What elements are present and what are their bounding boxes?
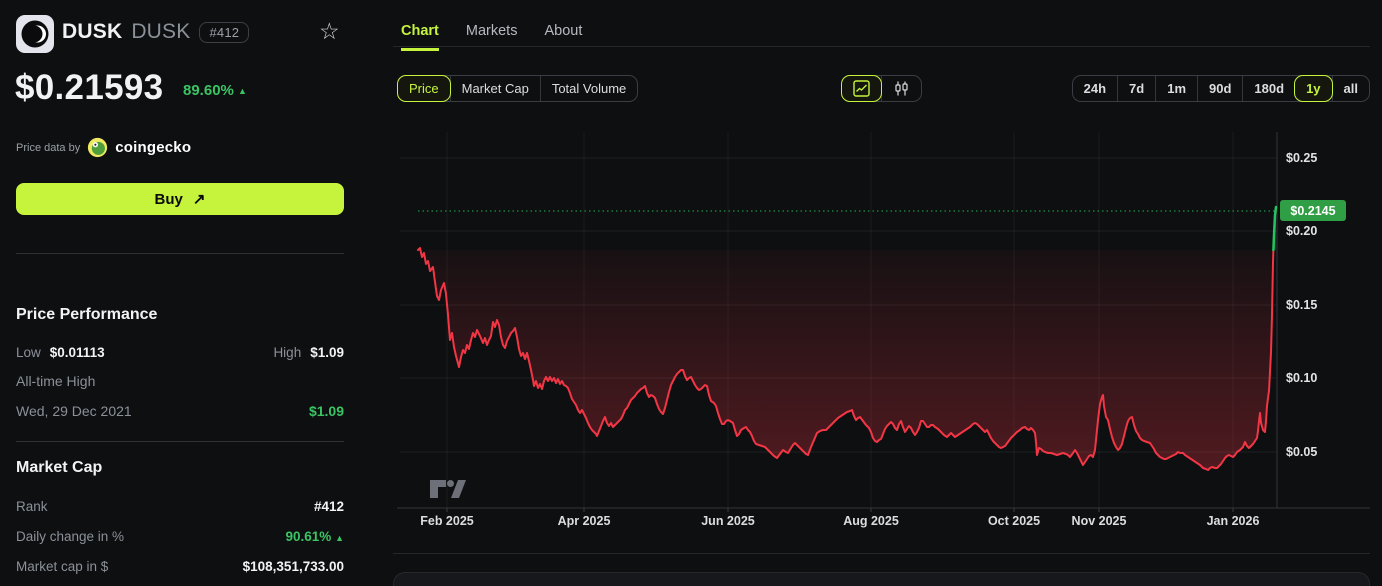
rank-row: Rank #412: [16, 499, 344, 514]
dusk-coin-logo: [16, 15, 54, 53]
market-cap-title: Market Cap: [16, 459, 103, 476]
low-value: $0.01113: [49, 345, 105, 360]
up-triangle-icon: ▲: [238, 86, 247, 96]
watchlist-star-icon[interactable]: ☆: [319, 18, 340, 45]
metric-toggle-group: Price Market Cap Total Volume: [397, 75, 639, 102]
up-triangle-icon: ▲: [335, 533, 344, 543]
candles-icon: [895, 81, 908, 96]
next-section-panel: [393, 572, 1370, 586]
line-chart-icon: [853, 80, 870, 97]
daily-change-number: 90.61%: [285, 529, 332, 544]
ath-date: Wed, 29 Dec 2021: [16, 403, 132, 419]
x-axis-label: Aug 2025: [843, 514, 899, 528]
daily-change-label: Daily change in %: [16, 529, 125, 544]
range-90d-button[interactable]: 90d: [1197, 76, 1242, 101]
dusk-coin-page: DUSK DUSK #412 ☆ $0.21593 89.60% ▲ Price…: [0, 0, 1382, 586]
buy-label: Buy: [154, 190, 183, 208]
range-1m-button[interactable]: 1m: [1155, 76, 1197, 101]
daily-change-row: Daily change in % 90.61% ▲: [16, 529, 344, 544]
x-axis-label: Oct 2025: [988, 514, 1040, 528]
range-all-button[interactable]: all: [1331, 76, 1369, 101]
price-chart-svg: $0.25 $0.20 $0.15 $0.10 $0.05 Feb 2025 Apr 202…: [397, 132, 1370, 528]
x-axis-label: Nov 2025: [1072, 514, 1127, 528]
attribution: Price data by coingecko: [16, 137, 191, 158]
market-cap-row: Market cap in $ $108,351,733.00: [16, 559, 344, 574]
y-axis-label: $0.25: [1286, 151, 1317, 165]
sidebar: DUSK DUSK #412 ☆ $0.21593 89.60% ▲ Price…: [0, 0, 393, 586]
range-toggle-group: 24h 7d 1m 90d 180d 1y all: [1071, 75, 1370, 102]
range-1y-button[interactable]: 1y: [1294, 75, 1333, 102]
ath-label: All-time High: [16, 373, 96, 389]
rank-value: #412: [313, 499, 344, 514]
market-cap-value: $108,351,733.00: [242, 559, 344, 574]
coin-name: DUSK: [62, 20, 123, 43]
range-180d-button[interactable]: 180d: [1242, 76, 1295, 101]
y-axis-label: $0.20: [1286, 224, 1317, 238]
coingecko-icon: [88, 137, 108, 158]
x-axis-label: Feb 2025: [420, 514, 474, 528]
coin-ticker: DUSK: [131, 20, 191, 43]
y-axis-label: $0.10: [1286, 371, 1317, 385]
low-high-row: Low $0.01113 High $1.09: [16, 345, 344, 360]
x-axis-label: Jun 2025: [701, 514, 755, 528]
metric-price-button[interactable]: Price: [397, 75, 451, 102]
chart-type-toggle-group: [841, 75, 922, 102]
rank-label: Rank: [16, 499, 48, 514]
x-axis-label: Jan 2026: [1207, 514, 1260, 528]
metric-total-volume-button[interactable]: Total Volume: [539, 76, 637, 101]
x-axis-label: Apr 2025: [558, 514, 611, 528]
current-price-badge-label: $0.2145: [1290, 204, 1335, 218]
ath-row: Wed, 29 Dec 2021 $1.09: [16, 403, 344, 419]
chart-bottom-divider: [393, 553, 1370, 554]
buy-button[interactable]: Buy ↗: [16, 183, 344, 215]
rank-badge: #412: [199, 21, 250, 43]
tabs-divider: [393, 46, 1370, 47]
price-change-value: 89.60%: [183, 82, 234, 99]
price-change: 89.60% ▲: [183, 82, 247, 99]
range-24h-button[interactable]: 24h: [1073, 76, 1117, 101]
candles-chart-type-button[interactable]: [881, 76, 921, 101]
price-area-down: [418, 248, 1274, 470]
y-axis-label: $0.15: [1286, 298, 1317, 312]
range-7d-button[interactable]: 7d: [1117, 76, 1155, 101]
attribution-prefix: Price data by: [16, 141, 81, 154]
coingecko-wordmark: coingecko: [115, 139, 192, 156]
coin-title: DUSK DUSK #412: [62, 20, 250, 44]
line-chart-type-button[interactable]: [841, 75, 882, 102]
current-price: $0.21593: [15, 68, 164, 107]
external-arrow-icon: ↗: [192, 191, 206, 208]
divider: [16, 441, 344, 442]
high-value: $1.09: [310, 345, 344, 360]
market-cap-label: Market cap in $: [16, 559, 109, 574]
high-label: High: [273, 345, 302, 360]
tradingview-logo[interactable]: [429, 477, 469, 501]
metric-market-cap-button[interactable]: Market Cap: [449, 76, 540, 101]
ath-value: $1.09: [308, 403, 344, 419]
daily-change-value: 90.61% ▲: [286, 529, 344, 544]
divider: [16, 253, 344, 254]
price-performance-title: Price Performance: [16, 306, 158, 323]
price-chart[interactable]: $0.25 $0.20 $0.15 $0.10 $0.05 Feb 2025 Apr 202…: [393, 130, 1382, 560]
low-label: Low: [16, 345, 41, 360]
y-axis-label: $0.05: [1286, 445, 1317, 459]
